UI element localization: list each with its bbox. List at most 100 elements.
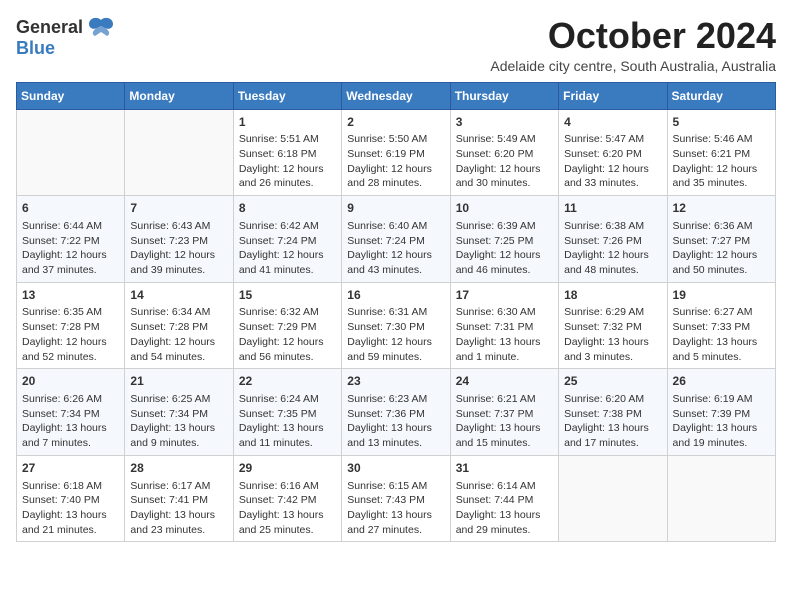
calendar-cell: 13Sunrise: 6:35 AM Sunset: 7:28 PM Dayli… xyxy=(17,282,125,369)
day-info: Sunrise: 6:31 AM Sunset: 7:30 PM Dayligh… xyxy=(347,305,444,364)
day-number: 6 xyxy=(22,200,119,217)
day-number: 24 xyxy=(456,373,553,390)
calendar-cell xyxy=(559,455,667,542)
day-number: 2 xyxy=(347,114,444,131)
day-number: 10 xyxy=(456,200,553,217)
calendar-week-row: 20 Sunrise: 6:26 AM Sunset: 7:34 PM Dayli… xyxy=(17,369,776,456)
calendar-week-row: 6 Sunrise: 6:44 AM Sunset: 7:22 PM Daylig… xyxy=(17,196,776,283)
calendar-cell: 28 Sunrise: 6:17 AM Sunset: 7:41 PM Dayli… xyxy=(125,455,233,542)
logo-bird-icon xyxy=(87,16,115,38)
day-info: Sunrise: 6:27 AM Sunset: 7:33 PM Dayligh… xyxy=(673,305,770,364)
calendar-cell xyxy=(667,455,775,542)
day-number: 25 xyxy=(564,373,661,390)
day-info: Sunrise: 6:42 AM Sunset: 7:24 PM Dayligh… xyxy=(239,219,336,278)
day-number: 4 xyxy=(564,114,661,131)
day-info: Sunrise: 6:36 AM Sunset: 7:27 PM Dayligh… xyxy=(673,219,770,278)
day-number: 19 xyxy=(673,287,770,304)
calendar-cell: 7 Sunrise: 6:43 AM Sunset: 7:23 PM Daylig… xyxy=(125,196,233,283)
day-number: 23 xyxy=(347,373,444,390)
day-info: Sunrise: 5:51 AM Sunset: 6:18 PM Dayligh… xyxy=(239,132,336,191)
calendar-cell: 8 Sunrise: 6:42 AM Sunset: 7:24 PM Daylig… xyxy=(233,196,341,283)
day-info: Sunrise: 6:23 AM Sunset: 7:36 PM Dayligh… xyxy=(347,392,444,451)
calendar-cell: 3Sunrise: 5:49 AM Sunset: 6:20 PM Daylig… xyxy=(450,109,558,196)
day-info: Sunrise: 6:18 AM Sunset: 7:40 PM Dayligh… xyxy=(22,479,119,538)
day-of-week-header: Monday xyxy=(125,82,233,109)
day-info: Sunrise: 5:46 AM Sunset: 6:21 PM Dayligh… xyxy=(673,132,770,191)
calendar-cell: 31Sunrise: 6:14 AM Sunset: 7:44 PM Dayli… xyxy=(450,455,558,542)
day-info: Sunrise: 6:35 AM Sunset: 7:28 PM Dayligh… xyxy=(22,305,119,364)
day-info: Sunrise: 5:47 AM Sunset: 6:20 PM Dayligh… xyxy=(564,132,661,191)
day-number: 22 xyxy=(239,373,336,390)
calendar-cell: 1Sunrise: 5:51 AM Sunset: 6:18 PM Daylig… xyxy=(233,109,341,196)
day-info: Sunrise: 6:16 AM Sunset: 7:42 PM Dayligh… xyxy=(239,479,336,538)
calendar-week-row: 13Sunrise: 6:35 AM Sunset: 7:28 PM Dayli… xyxy=(17,282,776,369)
calendar-cell: 5Sunrise: 5:46 AM Sunset: 6:21 PM Daylig… xyxy=(667,109,775,196)
day-number: 18 xyxy=(564,287,661,304)
calendar-cell: 16Sunrise: 6:31 AM Sunset: 7:30 PM Dayli… xyxy=(342,282,450,369)
calendar-cell: 12 Sunrise: 6:36 AM Sunset: 7:27 PM Dayli… xyxy=(667,196,775,283)
calendar-cell xyxy=(17,109,125,196)
calendar-cell: 24 Sunrise: 6:21 AM Sunset: 7:37 PM Dayli… xyxy=(450,369,558,456)
calendar-table: SundayMondayTuesdayWednesdayThursdayFrid… xyxy=(16,82,776,543)
day-info: Sunrise: 6:40 AM Sunset: 7:24 PM Dayligh… xyxy=(347,219,444,278)
day-number: 17 xyxy=(456,287,553,304)
day-of-week-header: Tuesday xyxy=(233,82,341,109)
location-subtitle: Adelaide city centre, South Australia, A… xyxy=(490,58,776,74)
calendar-week-row: 1Sunrise: 5:51 AM Sunset: 6:18 PM Daylig… xyxy=(17,109,776,196)
day-number: 27 xyxy=(22,460,119,477)
day-info: Sunrise: 6:29 AM Sunset: 7:32 PM Dayligh… xyxy=(564,305,661,364)
day-info: Sunrise: 6:43 AM Sunset: 7:23 PM Dayligh… xyxy=(130,219,227,278)
day-number: 12 xyxy=(673,200,770,217)
day-info: Sunrise: 6:24 AM Sunset: 7:35 PM Dayligh… xyxy=(239,392,336,451)
day-number: 20 xyxy=(22,373,119,390)
day-number: 3 xyxy=(456,114,553,131)
day-info: Sunrise: 5:49 AM Sunset: 6:20 PM Dayligh… xyxy=(456,132,553,191)
title-block: October 2024 Adelaide city centre, South… xyxy=(490,16,776,74)
day-info: Sunrise: 6:21 AM Sunset: 7:37 PM Dayligh… xyxy=(456,392,553,451)
calendar-cell: 27 Sunrise: 6:18 AM Sunset: 7:40 PM Dayli… xyxy=(17,455,125,542)
calendar-cell: 10 Sunrise: 6:39 AM Sunset: 7:25 PM Dayli… xyxy=(450,196,558,283)
day-number: 15 xyxy=(239,287,336,304)
day-info: Sunrise: 6:25 AM Sunset: 7:34 PM Dayligh… xyxy=(130,392,227,451)
day-of-week-header: Wednesday xyxy=(342,82,450,109)
day-info: Sunrise: 6:39 AM Sunset: 7:25 PM Dayligh… xyxy=(456,219,553,278)
calendar-cell: 11Sunrise: 6:38 AM Sunset: 7:26 PM Dayli… xyxy=(559,196,667,283)
calendar-cell: 21Sunrise: 6:25 AM Sunset: 7:34 PM Dayli… xyxy=(125,369,233,456)
calendar-cell: 4Sunrise: 5:47 AM Sunset: 6:20 PM Daylig… xyxy=(559,109,667,196)
day-info: Sunrise: 6:32 AM Sunset: 7:29 PM Dayligh… xyxy=(239,305,336,364)
logo-general-text: General xyxy=(16,17,83,38)
calendar-cell: 15Sunrise: 6:32 AM Sunset: 7:29 PM Dayli… xyxy=(233,282,341,369)
day-info: Sunrise: 6:19 AM Sunset: 7:39 PM Dayligh… xyxy=(673,392,770,451)
calendar-cell: 25 Sunrise: 6:20 AM Sunset: 7:38 PM Dayli… xyxy=(559,369,667,456)
calendar-cell: 29 Sunrise: 6:16 AM Sunset: 7:42 PM Dayli… xyxy=(233,455,341,542)
day-of-week-header: Saturday xyxy=(667,82,775,109)
day-number: 11 xyxy=(564,200,661,217)
day-number: 26 xyxy=(673,373,770,390)
calendar-cell: 19Sunrise: 6:27 AM Sunset: 7:33 PM Dayli… xyxy=(667,282,775,369)
logo-blue-text: Blue xyxy=(16,38,55,58)
calendar-cell: 17Sunrise: 6:30 AM Sunset: 7:31 PM Dayli… xyxy=(450,282,558,369)
day-info: Sunrise: 6:44 AM Sunset: 7:22 PM Dayligh… xyxy=(22,219,119,278)
day-info: Sunrise: 6:34 AM Sunset: 7:28 PM Dayligh… xyxy=(130,305,227,364)
day-number: 29 xyxy=(239,460,336,477)
day-of-week-header: Thursday xyxy=(450,82,558,109)
day-info: Sunrise: 6:14 AM Sunset: 7:44 PM Dayligh… xyxy=(456,479,553,538)
calendar-cell: 6 Sunrise: 6:44 AM Sunset: 7:22 PM Daylig… xyxy=(17,196,125,283)
day-info: Sunrise: 6:26 AM Sunset: 7:34 PM Dayligh… xyxy=(22,392,119,451)
day-info: Sunrise: 5:50 AM Sunset: 6:19 PM Dayligh… xyxy=(347,132,444,191)
day-number: 8 xyxy=(239,200,336,217)
calendar-cell: 20 Sunrise: 6:26 AM Sunset: 7:34 PM Dayli… xyxy=(17,369,125,456)
day-number: 5 xyxy=(673,114,770,131)
calendar-header-row: SundayMondayTuesdayWednesdayThursdayFrid… xyxy=(17,82,776,109)
day-info: Sunrise: 6:15 AM Sunset: 7:43 PM Dayligh… xyxy=(347,479,444,538)
day-of-week-header: Sunday xyxy=(17,82,125,109)
logo: General Blue xyxy=(16,16,115,59)
day-number: 30 xyxy=(347,460,444,477)
day-number: 28 xyxy=(130,460,227,477)
day-info: Sunrise: 6:17 AM Sunset: 7:41 PM Dayligh… xyxy=(130,479,227,538)
day-info: Sunrise: 6:20 AM Sunset: 7:38 PM Dayligh… xyxy=(564,392,661,451)
day-number: 7 xyxy=(130,200,227,217)
month-title: October 2024 xyxy=(490,16,776,56)
calendar-cell: 2Sunrise: 5:50 AM Sunset: 6:19 PM Daylig… xyxy=(342,109,450,196)
day-number: 13 xyxy=(22,287,119,304)
